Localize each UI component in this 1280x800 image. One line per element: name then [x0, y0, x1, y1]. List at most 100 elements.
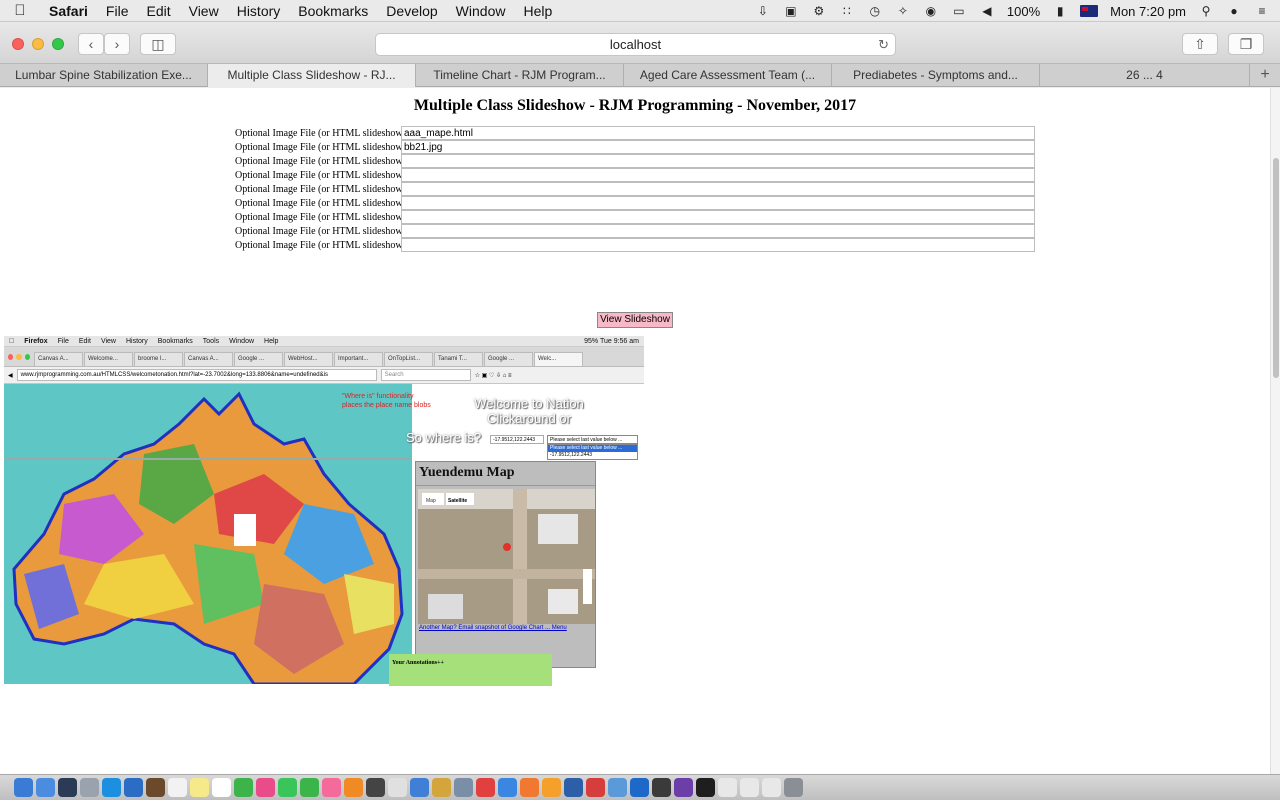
photos-icon[interactable]	[256, 778, 275, 797]
contacts-icon[interactable]	[146, 778, 165, 797]
system-preferences-icon[interactable]	[366, 778, 385, 797]
image-file-input-6[interactable]	[401, 196, 1035, 210]
tab-timeline-chart[interactable]: Timeline Chart - RJM Program...	[416, 64, 624, 87]
tabs-overview-button[interactable]: ❐	[1228, 33, 1264, 55]
reload-icon[interactable]: ↻	[878, 34, 889, 55]
visual-studio-code-icon[interactable]	[630, 778, 649, 797]
back-button[interactable]: ‹	[78, 33, 104, 55]
battery-percent[interactable]: 100%	[1007, 4, 1040, 19]
app-store-icon[interactable]	[36, 778, 55, 797]
field-label-7: Optional Image File (or HTML slideshow) …	[235, 211, 417, 223]
forward-button[interactable]: ›	[104, 33, 130, 55]
notes-icon[interactable]	[190, 778, 209, 797]
view-slideshow-button[interactable]: View Slideshow	[597, 312, 673, 328]
tab-aged-care[interactable]: Aged Care Assessment Team (...	[624, 64, 832, 87]
airplay-icon[interactable]: ▭	[951, 4, 967, 18]
input-source-flag-icon[interactable]	[1080, 5, 1099, 17]
ibooks-icon[interactable]	[344, 778, 363, 797]
dock-app-icon[interactable]	[432, 778, 451, 797]
bluetooth-icon[interactable]: ✧	[895, 4, 911, 18]
volume-icon[interactable]: ◀	[979, 4, 995, 18]
itunes-icon[interactable]	[322, 778, 341, 797]
facetime-icon[interactable]	[300, 778, 319, 797]
battery-icon[interactable]: ▮	[1052, 4, 1068, 18]
app-status-icon[interactable]: ▣	[783, 4, 799, 18]
spotlight-search-icon[interactable]: ⚲	[1198, 4, 1214, 18]
grid-icon[interactable]: ∷	[839, 4, 855, 18]
document-icon[interactable]	[718, 778, 737, 797]
embedded-tab-active: Welc...	[534, 352, 583, 366]
terminal-icon[interactable]	[696, 778, 715, 797]
image-file-input-8[interactable]	[401, 224, 1035, 238]
document-icon[interactable]	[740, 778, 759, 797]
vlc-icon[interactable]	[542, 778, 561, 797]
launchpad-icon[interactable]	[80, 778, 99, 797]
dock	[0, 774, 1280, 800]
image-file-input-9[interactable]	[401, 238, 1035, 252]
field-label-5: Optional Image File (or HTML slideshow) …	[235, 183, 417, 195]
reminders-icon[interactable]	[212, 778, 231, 797]
menu-view[interactable]: View	[180, 3, 228, 19]
messages-icon[interactable]	[278, 778, 297, 797]
chrome-icon[interactable]	[498, 778, 517, 797]
menu-window[interactable]: Window	[447, 3, 515, 19]
filezilla-icon[interactable]	[476, 778, 495, 797]
maps-icon[interactable]	[234, 778, 253, 797]
menu-help[interactable]: Help	[514, 3, 561, 19]
image-file-input-5[interactable]	[401, 182, 1035, 196]
dock-app-icon[interactable]	[674, 778, 693, 797]
embedded-status: 95% Tue 9:56 am	[584, 337, 639, 345]
share-button[interactable]: ⇧	[1182, 33, 1218, 55]
image-file-input-2[interactable]	[401, 140, 1035, 154]
embedded-tab: Google ...	[234, 352, 283, 366]
tab-multiple-class-slideshow[interactable]: Multiple Class Slideshow - RJ...	[208, 64, 416, 87]
time-machine-icon[interactable]: ◷	[867, 4, 883, 18]
mail-icon[interactable]	[124, 778, 143, 797]
finder-icon[interactable]	[14, 778, 33, 797]
xcode-icon[interactable]	[410, 778, 429, 797]
close-window-icon[interactable]	[12, 38, 24, 50]
fullscreen-window-icon[interactable]	[52, 38, 64, 50]
menu-develop[interactable]: Develop	[377, 3, 446, 19]
firefox-icon[interactable]	[520, 778, 539, 797]
siri-dock-icon[interactable]	[58, 778, 77, 797]
menu-edit[interactable]: Edit	[137, 3, 179, 19]
safari-icon[interactable]	[102, 778, 121, 797]
new-tab-button[interactable]: +	[1250, 64, 1280, 86]
clock[interactable]: Mon 7:20 pm	[1110, 4, 1186, 19]
menu-file[interactable]: File	[97, 3, 138, 19]
document-icon[interactable]	[762, 778, 781, 797]
embedded-toolbar-icons: ☆ ▣ ♡ ⇩ ⌂ ≡	[474, 372, 512, 379]
opera-icon[interactable]	[586, 778, 605, 797]
siri-icon[interactable]: ●	[1226, 4, 1242, 18]
page-scrollbar[interactable]	[1270, 88, 1280, 774]
notification-center-icon[interactable]: ≡	[1254, 4, 1270, 18]
image-file-input-7[interactable]	[401, 210, 1035, 224]
menu-app[interactable]: Safari	[40, 3, 97, 19]
tab-prediabetes[interactable]: Prediabetes - Symptoms and...	[832, 64, 1040, 87]
image-file-input-4[interactable]	[401, 168, 1035, 182]
gear-icon[interactable]: ⚙	[811, 4, 827, 18]
github-icon[interactable]	[652, 778, 671, 797]
tab-lumbar[interactable]: Lumbar Spine Stabilization Exe...	[0, 64, 208, 87]
image-file-input-3[interactable]	[401, 154, 1035, 168]
sidebar-button[interactable]: ◫	[140, 33, 176, 55]
download-icon[interactable]: ⇩	[755, 4, 771, 18]
scrollbar-thumb[interactable]	[1273, 158, 1279, 378]
map-links: Another Map? Email snapshot of Google Ch…	[419, 625, 567, 631]
menu-bookmarks[interactable]: Bookmarks	[289, 3, 377, 19]
preview-icon[interactable]	[388, 778, 407, 797]
apple-icon[interactable]: 	[0, 2, 40, 19]
calendar-icon[interactable]	[168, 778, 187, 797]
address-bar[interactable]: localhost ↻	[375, 33, 896, 56]
tab-more[interactable]: 26 ... 4	[1040, 64, 1250, 87]
wifi-icon[interactable]: ◉	[923, 4, 939, 18]
image-file-input-1[interactable]	[401, 126, 1035, 140]
minimize-window-icon[interactable]	[32, 38, 44, 50]
dock-app-icon[interactable]	[454, 778, 473, 797]
dock-app-icon[interactable]	[608, 778, 627, 797]
page-content: Multiple Class Slideshow - RJM Programmi…	[0, 88, 1270, 774]
trash-icon[interactable]	[784, 778, 803, 797]
menu-history[interactable]: History	[228, 3, 290, 19]
dock-app-icon[interactable]	[564, 778, 583, 797]
